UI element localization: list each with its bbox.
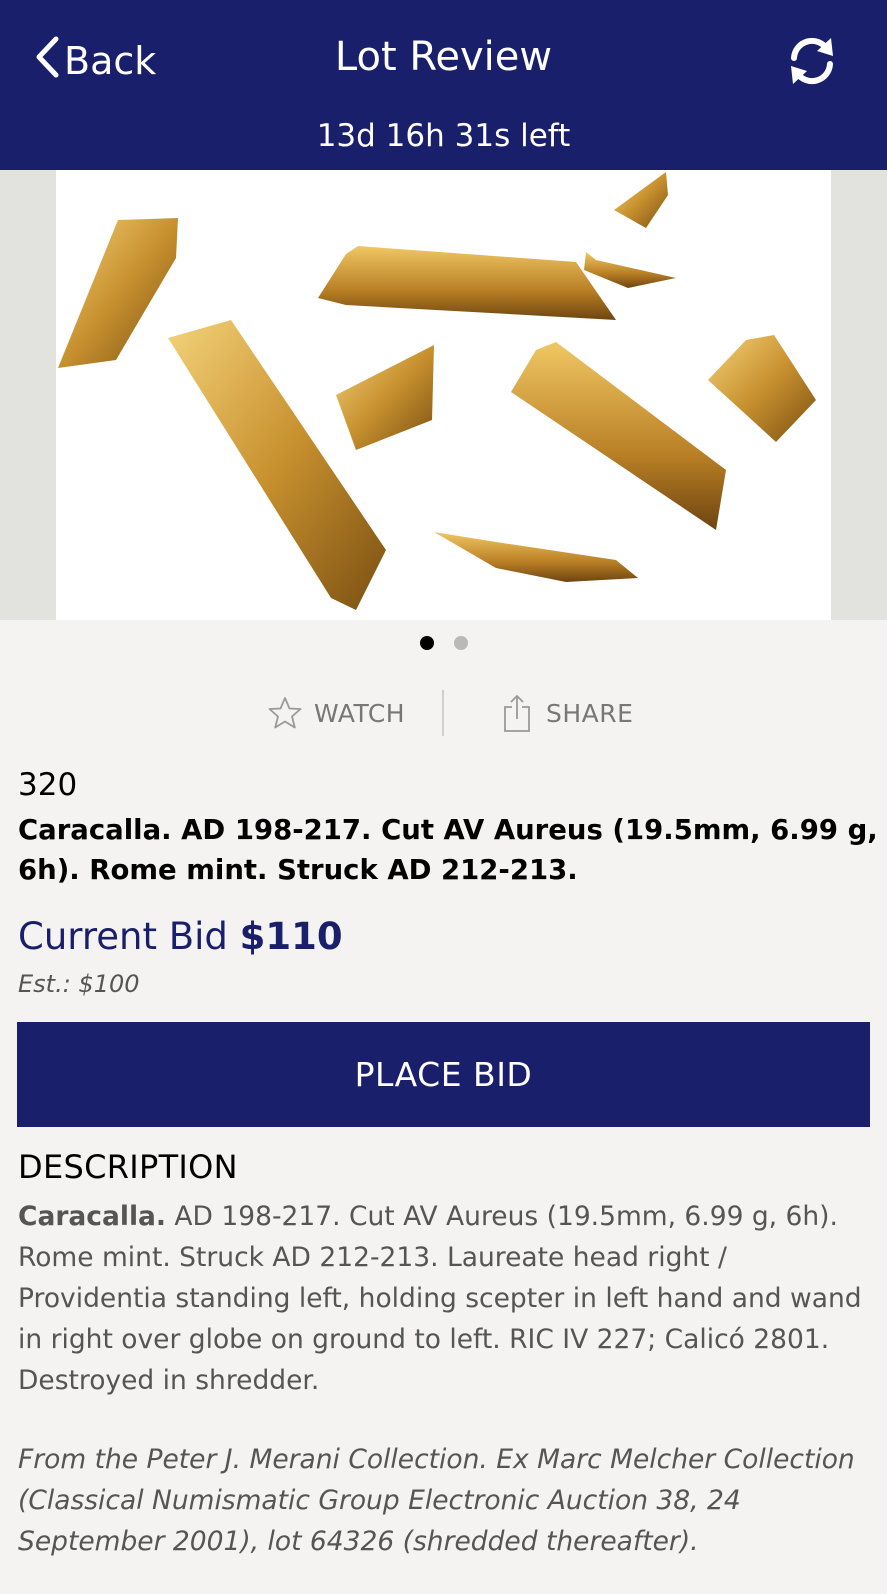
time-left: 13d 16h 31s left — [316, 118, 571, 154]
estimate: Est.: $100 — [18, 970, 140, 998]
share-icon — [504, 694, 530, 732]
actions-divider — [442, 690, 444, 736]
pagination-dot-2[interactable] — [453, 636, 468, 650]
place-bid-button[interactable]: PLACE BID — [17, 1022, 870, 1127]
current-bid-amount: $110 — [239, 915, 343, 958]
description-heading: DESCRIPTION — [18, 1148, 238, 1186]
star-icon — [268, 697, 302, 729]
share-label: SHARE — [546, 698, 634, 728]
current-bid-label: Current Bid — [18, 915, 228, 958]
lot-photo[interactable] — [56, 170, 831, 620]
current-bid: Current Bid $110 — [18, 915, 343, 958]
lot-number: 320 — [18, 767, 78, 803]
gallery-pagination[interactable] — [0, 636, 887, 650]
description-body: Caracalla. AD 198-217. Cut AV Aureus (19… — [18, 1196, 880, 1401]
page-title: Lot Review — [334, 34, 553, 80]
provenance-text: From the Peter J. Merani Collection. Ex … — [18, 1444, 855, 1557]
refresh-icon — [791, 37, 833, 85]
refresh-button[interactable] — [785, 34, 839, 88]
header-bar: Back Lot Review 13d 16h 31s left — [0, 0, 887, 170]
watch-label: WATCH — [314, 698, 406, 728]
lot-actions: WATCH SHARE — [0, 688, 887, 738]
description-ruler: Caracalla. — [18, 1201, 166, 1232]
lot-title: Caracalla. AD 198-217. Cut AV Aureus (19… — [18, 814, 878, 886]
image-gallery[interactable] — [0, 170, 887, 620]
share-button[interactable]: SHARE — [502, 688, 633, 738]
pagination-dot-1[interactable] — [419, 636, 434, 650]
coin-fragments-image — [58, 172, 816, 610]
watch-button[interactable]: WATCH — [268, 688, 405, 738]
